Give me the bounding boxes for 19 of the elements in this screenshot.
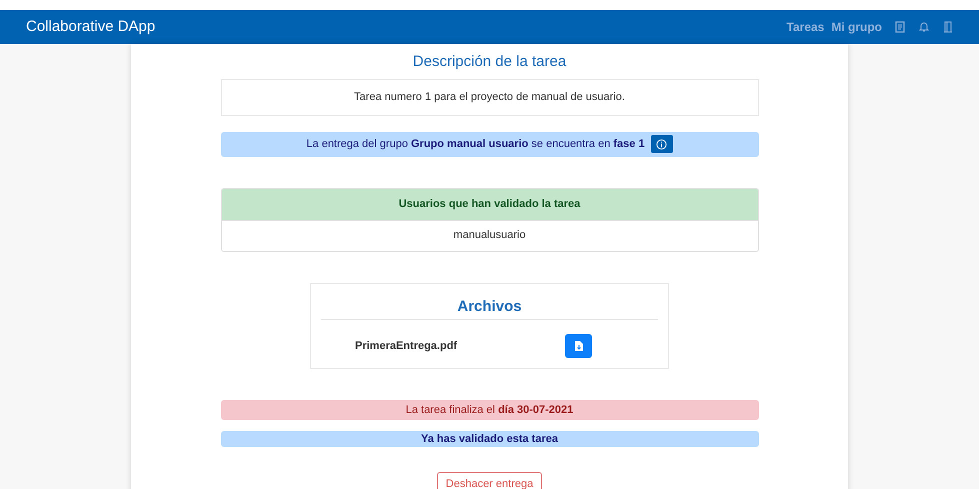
info-icon xyxy=(656,138,668,150)
file-download-icon xyxy=(574,341,582,351)
nav-link[interactable]: Tareas xyxy=(786,18,824,36)
document-icon[interactable] xyxy=(895,21,905,33)
validator-user: manualusuario xyxy=(222,220,758,250)
description-box: Tarea numero 1 para el proyecto de manual de usuario. xyxy=(220,78,758,116)
bell-icon[interactable] xyxy=(918,21,930,33)
files-title: Archivos xyxy=(321,296,658,320)
nav-link[interactable]: Mi grupo xyxy=(831,18,882,36)
phase-text: La entrega del grupo Grupo manual usuario se encuentra en fase 1 xyxy=(306,136,645,152)
section-title: Descripción de la tarea xyxy=(412,52,568,72)
info-button[interactable] xyxy=(650,135,673,153)
card-header: Usuarios que han validado la tarea xyxy=(222,188,758,220)
validated-alert: Ya has validado esta tarea xyxy=(220,431,758,447)
file-name: PrimeraEntrega.pdf xyxy=(355,338,458,354)
deadline-text: La tarea finaliza el día 30-07-2021 xyxy=(406,402,574,418)
brand[interactable]: Collaborative DApp xyxy=(26,16,156,38)
download-button[interactable] xyxy=(565,334,592,358)
door-icon[interactable] xyxy=(943,21,953,33)
